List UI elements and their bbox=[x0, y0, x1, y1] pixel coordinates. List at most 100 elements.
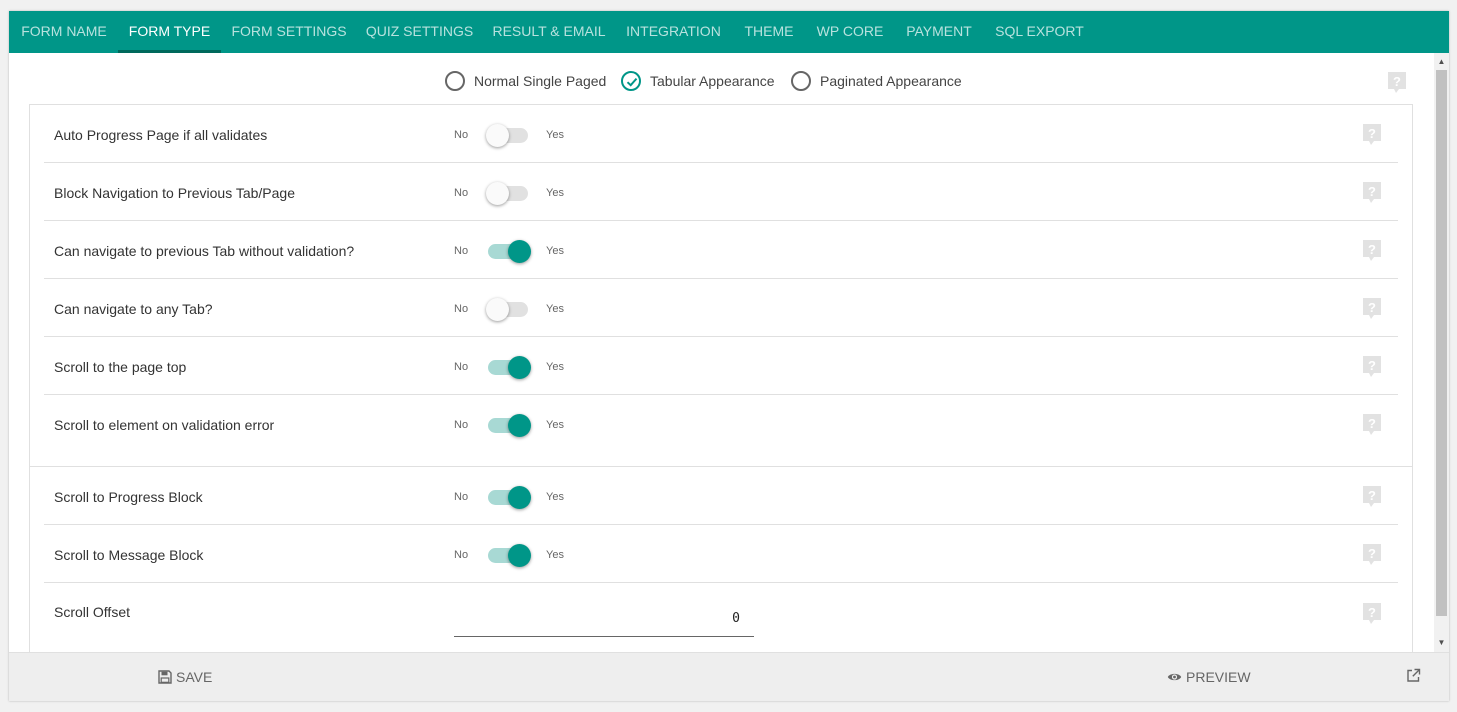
tab-form-name[interactable]: FORM NAME bbox=[9, 11, 119, 53]
toggle-no-label: No bbox=[454, 549, 469, 561]
setting-row-block-navigation: Block Navigation to Previous Tab/Page No… bbox=[44, 163, 1398, 221]
help-bubble-icon[interactable]: ? bbox=[1363, 356, 1381, 378]
help-bubble-icon[interactable]: ? bbox=[1363, 182, 1381, 204]
scroll-down-arrow-icon[interactable]: ▼ bbox=[1434, 636, 1449, 650]
navigate-previous-toggle[interactable] bbox=[486, 239, 534, 263]
switch-thumb bbox=[508, 486, 531, 509]
switch-thumb bbox=[508, 414, 531, 437]
switch-thumb bbox=[486, 182, 509, 205]
radio-circle[interactable] bbox=[791, 71, 811, 91]
help-bubble-icon[interactable]: ? bbox=[1388, 72, 1406, 94]
setting-label: Scroll to the page top bbox=[54, 359, 187, 375]
tab-sql-export[interactable]: SQL EXPORT bbox=[985, 11, 1094, 53]
tab-integration[interactable]: INTEGRATION bbox=[616, 11, 731, 53]
save-button[interactable]: SAVE bbox=[158, 669, 212, 685]
help-bubble-icon[interactable]: ? bbox=[1363, 298, 1381, 320]
setting-row-scroll-validation-error: Scroll to element on validation error No… bbox=[44, 395, 1398, 453]
save-label: SAVE bbox=[176, 669, 213, 685]
radio-label: Tabular Appearance bbox=[650, 73, 775, 89]
setting-label: Can navigate to any Tab? bbox=[54, 301, 213, 317]
svg-text:?: ? bbox=[1368, 546, 1376, 561]
radio-circle[interactable] bbox=[445, 71, 465, 91]
check-icon bbox=[626, 77, 638, 87]
form-type-settings-panel: Normal Single Paged Tabular Appearance P… bbox=[9, 53, 1449, 652]
scrollbar-thumb[interactable] bbox=[1436, 70, 1447, 616]
toggle-no-label: No bbox=[454, 491, 469, 503]
form-builder-window: FORM NAME FORM TYPE FORM SETTINGS QUIZ S… bbox=[9, 11, 1449, 701]
toggle-no-label: No bbox=[454, 245, 469, 257]
toggle-no-label: No bbox=[454, 361, 469, 373]
toggle-yes-label: Yes bbox=[546, 361, 564, 373]
setting-label: Block Navigation to Previous Tab/Page bbox=[54, 185, 295, 201]
toggle-no-label: No bbox=[454, 303, 469, 315]
setting-label: Scroll Offset bbox=[54, 604, 130, 620]
setting-row-scroll-page-top: Scroll to the page top No Yes ? bbox=[44, 337, 1398, 395]
floppy-disk-icon bbox=[158, 670, 172, 684]
tab-payment[interactable]: PAYMENT bbox=[893, 11, 985, 53]
action-footer: SAVE PREVIEW bbox=[9, 652, 1449, 701]
help-bubble-icon[interactable]: ? bbox=[1363, 486, 1381, 508]
tab-theme[interactable]: THEME bbox=[731, 11, 807, 53]
svg-text:?: ? bbox=[1368, 126, 1376, 141]
external-link-icon[interactable] bbox=[1406, 668, 1421, 688]
eye-icon bbox=[1167, 673, 1182, 681]
help-bubble-icon[interactable]: ? bbox=[1363, 603, 1381, 625]
tab-quiz-settings[interactable]: QUIZ SETTINGS bbox=[357, 11, 482, 53]
svg-text:?: ? bbox=[1368, 300, 1376, 315]
switch-thumb bbox=[486, 298, 509, 321]
auto-progress-toggle[interactable] bbox=[486, 123, 534, 147]
svg-text:?: ? bbox=[1368, 242, 1376, 257]
switch-thumb bbox=[486, 124, 509, 147]
radio-tabular-appearance[interactable]: Tabular Appearance bbox=[621, 68, 775, 94]
toggle-yes-label: Yes bbox=[546, 549, 564, 561]
switch-thumb bbox=[508, 240, 531, 263]
toggle-no-label: No bbox=[454, 129, 469, 141]
setting-row-scroll-progress-block: Scroll to Progress Block No Yes ? bbox=[44, 467, 1398, 525]
radio-normal-single-paged[interactable]: Normal Single Paged bbox=[445, 68, 606, 94]
block-navigation-toggle[interactable] bbox=[486, 181, 534, 205]
setting-label: Auto Progress Page if all validates bbox=[54, 127, 268, 143]
preview-button[interactable]: PREVIEW bbox=[1167, 669, 1251, 685]
svg-text:?: ? bbox=[1393, 74, 1401, 89]
scroll-page-top-toggle[interactable] bbox=[486, 355, 534, 379]
setting-label: Scroll to Message Block bbox=[54, 547, 204, 563]
scroll-up-arrow-icon[interactable]: ▲ bbox=[1434, 55, 1449, 69]
setting-label: Can navigate to previous Tab without val… bbox=[54, 243, 355, 259]
radio-circle-checked[interactable] bbox=[621, 71, 641, 91]
scroll-message-block-toggle[interactable] bbox=[486, 543, 534, 567]
radio-paginated-appearance[interactable]: Paginated Appearance bbox=[791, 68, 962, 94]
switch-thumb bbox=[508, 544, 531, 567]
setting-row-navigate-previous-without-validation: Can navigate to previous Tab without val… bbox=[44, 221, 1398, 279]
toggle-yes-label: Yes bbox=[546, 303, 564, 315]
setting-row-auto-progress: Auto Progress Page if all validates No Y… bbox=[44, 105, 1398, 163]
help-bubble-icon[interactable]: ? bbox=[1363, 240, 1381, 262]
tab-result-email[interactable]: RESULT & EMAIL bbox=[482, 11, 616, 53]
help-bubble-icon[interactable]: ? bbox=[1363, 414, 1381, 436]
help-bubble-icon[interactable]: ? bbox=[1363, 124, 1381, 146]
toggle-yes-label: Yes bbox=[546, 187, 564, 199]
navigate-any-tab-toggle[interactable] bbox=[486, 297, 534, 321]
tab-form-settings[interactable]: FORM SETTINGS bbox=[221, 11, 357, 53]
toggle-no-label: No bbox=[454, 419, 469, 431]
toggle-no-label: No bbox=[454, 187, 469, 199]
scroll-validation-error-toggle[interactable] bbox=[486, 413, 534, 437]
toggle-yes-label: Yes bbox=[546, 245, 564, 257]
scroll-offset-input[interactable] bbox=[454, 601, 754, 637]
radio-label: Normal Single Paged bbox=[474, 73, 607, 89]
vertical-scrollbar[interactable]: ▲ ▼ bbox=[1434, 53, 1449, 652]
tab-wp-core[interactable]: WP CORE bbox=[807, 11, 893, 53]
svg-text:?: ? bbox=[1368, 184, 1376, 199]
svg-text:?: ? bbox=[1368, 416, 1376, 431]
svg-text:?: ? bbox=[1368, 488, 1376, 503]
setting-row-scroll-message-block: Scroll to Message Block No Yes ? bbox=[44, 525, 1398, 583]
scroll-progress-block-toggle[interactable] bbox=[486, 485, 534, 509]
preview-label: PREVIEW bbox=[1186, 669, 1251, 685]
radio-label: Paginated Appearance bbox=[820, 73, 962, 89]
toggle-yes-label: Yes bbox=[546, 419, 564, 431]
setting-row-scroll-offset: Scroll Offset ? bbox=[44, 583, 1398, 652]
setting-row-navigate-any-tab: Can navigate to any Tab? No Yes ? bbox=[44, 279, 1398, 337]
tab-form-type[interactable]: FORM TYPE bbox=[118, 11, 221, 53]
svg-text:?: ? bbox=[1368, 358, 1376, 373]
toggle-yes-label: Yes bbox=[546, 491, 564, 503]
help-bubble-icon[interactable]: ? bbox=[1363, 544, 1381, 566]
